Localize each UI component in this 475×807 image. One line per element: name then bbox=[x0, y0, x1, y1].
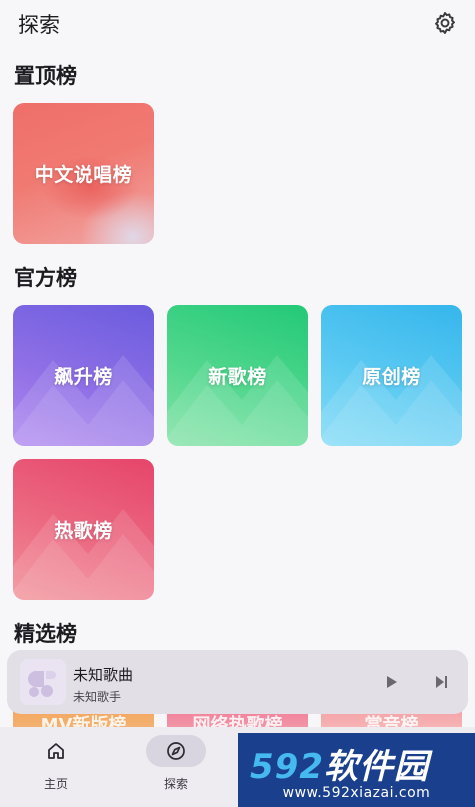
nav-label: 探索 bbox=[163, 777, 188, 791]
chart-card-label: 飙升榜 bbox=[54, 366, 113, 388]
nav-item-explore[interactable]: 探索 bbox=[131, 727, 221, 807]
chart-card-chinese-rap[interactable]: 中文说唱榜 bbox=[13, 103, 154, 244]
chart-card-label: 热歌榜 bbox=[54, 520, 113, 542]
chart-card-original[interactable]: 原创榜 bbox=[321, 305, 462, 446]
chart-card-label: 中文说唱榜 bbox=[34, 164, 133, 186]
skip-next-icon[interactable] bbox=[431, 672, 451, 692]
top-app-bar: 探索 bbox=[0, 0, 475, 46]
play-icon[interactable] bbox=[381, 672, 401, 692]
song-title: 未知歌曲 bbox=[73, 666, 134, 684]
nav-item-home[interactable]: 主页 bbox=[11, 727, 101, 807]
page-title: 探索 bbox=[18, 13, 60, 37]
music-placeholder-icon bbox=[28, 671, 56, 697]
watermark-text: 软件园 bbox=[323, 747, 429, 787]
artist-name: 未知歌手 bbox=[73, 690, 122, 704]
chart-card-rising[interactable]: 飙升榜 bbox=[13, 305, 154, 446]
watermark-number: 592 bbox=[250, 747, 324, 787]
album-cover bbox=[20, 659, 66, 705]
watermark-logo: 592软件园 bbox=[250, 739, 429, 788]
section-title-pinned: 置顶榜 bbox=[14, 64, 77, 88]
chart-card-label: 原创榜 bbox=[362, 366, 421, 388]
nav-label: 主页 bbox=[43, 777, 68, 791]
chart-card-hot-songs[interactable]: 热歌榜 bbox=[13, 459, 154, 600]
site-watermark: 592软件园 www.592xiazai.com bbox=[238, 733, 475, 807]
compass-icon bbox=[167, 742, 185, 760]
mini-player[interactable]: 未知歌曲 未知歌手 bbox=[7, 650, 468, 714]
gear-icon[interactable] bbox=[432, 10, 458, 36]
home-icon bbox=[48, 743, 64, 759]
section-title-official: 官方榜 bbox=[14, 266, 77, 290]
watermark-url: www.592xiazai.com bbox=[282, 785, 431, 801]
section-title-featured: 精选榜 bbox=[14, 622, 77, 646]
chart-card-label: 新歌榜 bbox=[208, 366, 267, 388]
chart-card-new-songs[interactable]: 新歌榜 bbox=[167, 305, 308, 446]
